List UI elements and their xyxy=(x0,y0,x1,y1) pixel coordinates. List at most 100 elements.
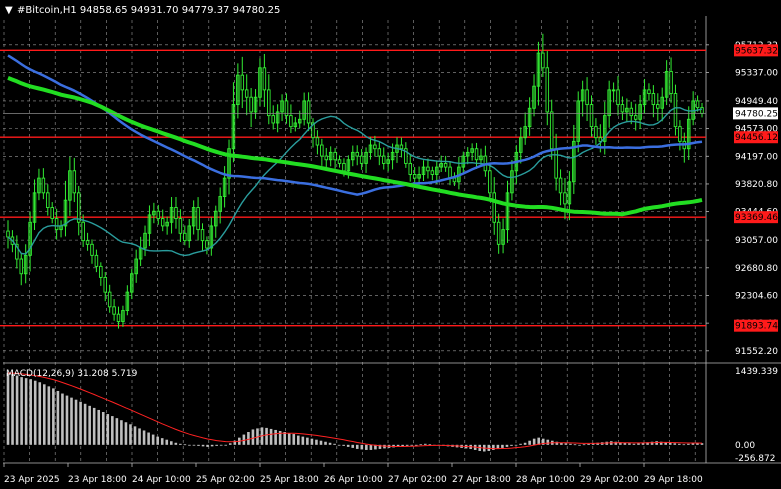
macd-histogram-bar xyxy=(546,439,550,445)
macd-histogram-bar xyxy=(174,442,178,445)
macd-histogram-bar xyxy=(310,438,314,445)
time-tick-label: 27 Apr 02:00 xyxy=(388,475,447,485)
time-tick-label: 26 Apr 10:00 xyxy=(324,475,383,485)
macd-histogram-bar xyxy=(569,443,572,445)
macd-histogram-bar xyxy=(632,443,636,445)
macd-label: MACD(12,26,9) 31.208 5.719 xyxy=(6,369,138,379)
price-tick-label: 95337.00 xyxy=(735,68,778,78)
macd-histogram-bar xyxy=(219,444,223,446)
price-tick-label: 91552.20 xyxy=(735,347,778,357)
chart-background xyxy=(0,0,781,489)
macd-histogram-bar xyxy=(414,444,418,446)
macd-histogram-bar xyxy=(355,444,359,449)
macd-histogram-bar xyxy=(115,418,119,445)
price-tick-label: 93057.00 xyxy=(735,236,778,246)
level-price-label: 91893.74 xyxy=(735,322,778,332)
macd-histogram-bar xyxy=(38,382,42,445)
macd-histogram-bar xyxy=(124,422,128,445)
macd-histogram-bar xyxy=(192,444,196,446)
price-tick-label: 94949.40 xyxy=(735,97,778,107)
price-tick-label: 92304.60 xyxy=(735,291,778,301)
macd-histogram-bar xyxy=(88,405,91,445)
macd-histogram-bar xyxy=(197,444,200,446)
macd-histogram-bar xyxy=(70,397,73,445)
macd-histogram-bar xyxy=(365,444,368,450)
level-price-label: 94456.12 xyxy=(735,133,778,143)
macd-histogram-bar xyxy=(210,444,214,447)
macd-histogram-bar xyxy=(138,428,141,445)
macd-histogram-bar xyxy=(147,432,150,445)
current-price-label: 94780.25 xyxy=(735,109,778,119)
macd-histogram-bar xyxy=(297,435,300,445)
macd-histogram-bar xyxy=(514,444,518,446)
level-price-label: 95637.32 xyxy=(735,46,778,56)
chart-header: ▼ #Bitcoin,H1 94858.65 94931.70 94779.37… xyxy=(5,5,280,16)
macd-histogram-bar xyxy=(578,444,581,446)
macd-histogram-bar xyxy=(33,380,37,445)
time-tick-label: 25 Apr 02:00 xyxy=(196,475,255,485)
macd-histogram-bar xyxy=(92,407,96,445)
macd-histogram-bar xyxy=(342,444,345,446)
macd-histogram-bar xyxy=(24,378,28,445)
macd-tick-label: 1439.339 xyxy=(735,367,778,377)
macd-histogram-bar xyxy=(15,375,19,445)
time-tick-label: 23 Apr 2025 xyxy=(4,475,60,485)
macd-histogram-bar xyxy=(247,432,250,445)
macd-histogram-bar xyxy=(97,409,101,445)
macd-histogram-bar xyxy=(52,388,55,445)
macd-histogram-bar xyxy=(346,444,350,447)
macd-histogram-bar xyxy=(265,427,268,445)
macd-histogram-bar xyxy=(251,429,255,445)
macd-histogram-bar xyxy=(111,416,114,445)
time-tick-label: 29 Apr 02:00 xyxy=(580,475,639,485)
macd-histogram-bar xyxy=(133,426,137,445)
macd-histogram-bar xyxy=(333,443,336,445)
bitcoin-h1-chart[interactable]: 95712.3295337.0094949.4094573.0094197.00… xyxy=(0,0,781,489)
macd-histogram-bar xyxy=(283,432,286,445)
macd-histogram-bar xyxy=(129,424,132,445)
macd-histogram-bar xyxy=(224,444,228,446)
macd-histogram-bar xyxy=(492,444,495,450)
level-price-label: 93369.46 xyxy=(735,213,778,223)
time-tick-label: 29 Apr 18:00 xyxy=(644,475,703,485)
symbol-dropdown-icon[interactable]: ▼ xyxy=(5,5,13,16)
time-tick-label: 25 Apr 18:00 xyxy=(260,475,319,485)
macd-histogram-bar xyxy=(360,444,364,450)
macd-histogram-bar xyxy=(564,443,568,445)
time-tick-label: 27 Apr 18:00 xyxy=(452,475,511,485)
macd-histogram-bar xyxy=(673,443,677,445)
macd-histogram-bar xyxy=(169,441,173,445)
macd-histogram-bar xyxy=(142,430,146,445)
macd-histogram-bar xyxy=(269,428,273,445)
macd-histogram-bar xyxy=(188,444,191,446)
macd-histogram-bar xyxy=(405,444,409,446)
macd-histogram-bar xyxy=(160,438,164,445)
macd-histogram-bar xyxy=(315,439,318,445)
macd-histogram-bar xyxy=(206,444,209,447)
macd-histogram-bar xyxy=(328,442,332,445)
macd-histogram-bar xyxy=(179,443,182,445)
time-tick-label: 23 Apr 18:00 xyxy=(68,475,127,485)
macd-histogram-bar xyxy=(319,440,323,445)
macd-tick-label: 0.00 xyxy=(735,441,755,451)
macd-histogram-bar xyxy=(587,443,590,445)
macd-histogram-bar xyxy=(523,442,527,445)
macd-histogram-bar xyxy=(20,377,23,445)
chart-title: #Bitcoin,H1 94858.65 94931.70 94779.37 9… xyxy=(17,5,280,16)
macd-histogram-bar xyxy=(637,443,640,445)
macd-histogram-bar xyxy=(74,399,78,445)
macd-histogram-bar xyxy=(29,379,32,445)
macd-histogram-bar xyxy=(682,444,686,446)
macd-histogram-bar xyxy=(101,411,105,445)
macd-histogram-bar xyxy=(424,443,427,445)
macd-histogram-bar xyxy=(678,443,681,445)
macd-histogram-bar xyxy=(201,444,205,447)
macd-histogram-bar xyxy=(668,442,672,445)
macd-histogram-bar xyxy=(582,444,586,446)
macd-histogram-bar xyxy=(301,436,305,445)
macd-histogram-bar xyxy=(183,444,187,446)
macd-histogram-bar xyxy=(151,434,155,445)
macd-histogram-bar xyxy=(351,444,355,448)
macd-histogram-bar xyxy=(156,436,159,445)
macd-histogram-bar xyxy=(532,438,536,445)
